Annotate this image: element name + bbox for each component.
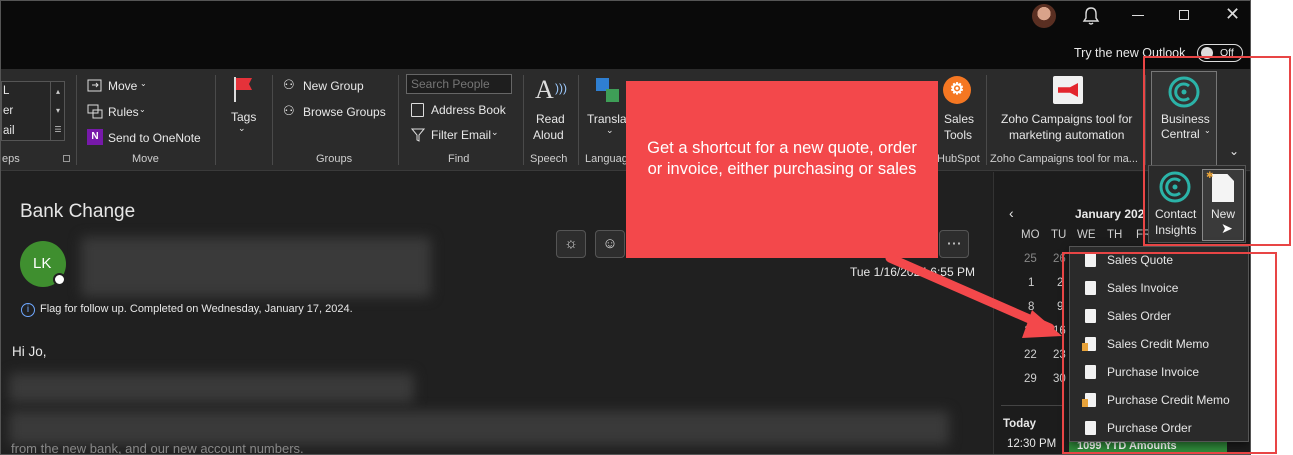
tags-label: Tags [231, 110, 257, 124]
address-book-label: Address Book [431, 103, 506, 117]
weekday-th: TH [1107, 229, 1123, 241]
redacted-body-1 [9, 373, 414, 403]
read-aloud-button[interactable]: A ))) Read Aloud [531, 75, 567, 145]
flag-info-text: Flag for follow up. Completed on Wednesd… [40, 303, 353, 315]
separator [215, 75, 216, 165]
brightness-button[interactable]: ☼ [556, 230, 586, 258]
read-aloud-icon: A [535, 75, 554, 104]
highlight-box-menu [1062, 252, 1277, 454]
chevron-down-icon: ⌄ [491, 127, 499, 137]
separator [272, 75, 273, 165]
hubspot-group-label: HubSpot [937, 153, 980, 165]
search-people-input[interactable] [406, 74, 512, 94]
filter-icon [411, 128, 425, 142]
chevron-down-icon: ⌄ [139, 105, 146, 114]
read-aloud-label-1: Read [536, 112, 565, 126]
speech-group-label: Speech [530, 153, 568, 165]
message-greeting: Hi Jo, [12, 344, 47, 359]
weekday-mo: MO [1021, 229, 1040, 241]
onenote-label: Send to OneNote [108, 131, 201, 145]
calendar-day[interactable]: 29 [1024, 373, 1037, 385]
title-bar: ✕ Try the new Outlook Off [1, 1, 1250, 69]
separator [986, 75, 987, 165]
zoho-campaigns-button[interactable]: Zoho Campaigns tool for marketing automa… [998, 75, 1140, 145]
calendar-day[interactable]: 22 [1024, 349, 1037, 361]
find-group-label: Find [448, 153, 470, 165]
today-label: Today [1003, 418, 1037, 430]
translate-icon [596, 78, 620, 104]
quicksteps-group-label: eps [2, 153, 20, 165]
language-group-label: Languag [585, 153, 628, 165]
bell-icon[interactable] [1082, 6, 1100, 26]
new-group-label: New Group [303, 79, 364, 93]
gallery-scroll[interactable]: ▴ ▾ ☰ [50, 82, 65, 140]
sender-avatar[interactable]: LK [20, 241, 66, 287]
browse-groups-label: Browse Groups [303, 105, 386, 119]
sales-tools-label-2: Tools [944, 128, 973, 142]
move-icon [87, 79, 102, 92]
sales-tools-label-1: Sales [944, 112, 975, 126]
tags-button[interactable]: Tags ⌄ [226, 75, 260, 145]
calendar-divider [1001, 405, 1063, 406]
people-icon: ⚇ [283, 103, 295, 118]
weekday-we: WE [1077, 229, 1096, 241]
callout-arrow [885, 253, 1062, 338]
quickstep-item-3[interactable]: ail [3, 125, 15, 137]
move-label: Move [108, 79, 138, 93]
move-group-label: Move [132, 153, 159, 165]
separator [76, 75, 77, 165]
redacted-sender [81, 237, 431, 297]
chevron-down-icon: ⌄ [140, 79, 147, 88]
hubspot-icon: ⚙ [943, 76, 971, 104]
quickstep-item-2[interactable]: er [3, 105, 13, 117]
message-partial-line: from the new bank, and our new account n… [11, 441, 304, 455]
highlight-box-bc [1143, 56, 1291, 246]
filter-email-label: Filter Email [431, 128, 492, 142]
rules-icon [87, 104, 103, 119]
groups-group-label: Groups [316, 153, 353, 165]
zoho-label-1: Zoho Campaigns tool for [1001, 112, 1133, 126]
callout-box: Get a shortcut for a new quote, order or… [626, 81, 938, 258]
chevron-down-icon: ⌄ [238, 123, 246, 133]
avatar-initials: LK [33, 255, 52, 272]
sales-tools-button[interactable]: ⚙ Sales Tools [941, 75, 977, 145]
separator [523, 75, 524, 165]
megaphone-icon [1053, 76, 1083, 104]
people-icon: ⚇ [283, 77, 295, 92]
separator [398, 75, 399, 165]
flag-icon [234, 77, 252, 102]
chevron-down-icon: ⌄ [606, 125, 614, 135]
presence-indicator [53, 273, 66, 286]
close-icon[interactable]: ✕ [1225, 4, 1240, 25]
sound-wave-icon: ))) [555, 81, 567, 95]
quickstep-item-1[interactable]: L [3, 85, 9, 97]
info-icon: i [21, 303, 35, 317]
translate-label: Translat [587, 112, 630, 126]
translate-button[interactable]: Translat ⌄ [586, 75, 630, 145]
event-time: 12:30 PM [1007, 438, 1057, 450]
profile-avatar[interactable] [1032, 4, 1056, 28]
weekday-tu: TU [1051, 229, 1067, 241]
calendar-prev-icon[interactable]: ‹ [1009, 205, 1014, 221]
redacted-body-2 [9, 411, 949, 445]
message-subject: Bank Change [20, 201, 136, 222]
read-aloud-label-2: Aloud [533, 128, 564, 142]
quicksteps-gallery: L er ail ▴ ▾ ☰ [1, 81, 65, 141]
callout-text: Get a shortcut for a new quote, order or… [647, 139, 917, 178]
restore-icon[interactable] [1179, 10, 1189, 20]
emoji-button[interactable]: ☺ [595, 230, 625, 258]
minimize-icon[interactable] [1132, 15, 1144, 16]
zoho-group-label: Zoho Campaigns tool for ma... [990, 153, 1138, 165]
dialog-launcher-icon[interactable] [63, 155, 70, 162]
address-book-icon [411, 103, 424, 117]
calendar-month: January 202 [1075, 207, 1145, 221]
separator [578, 75, 579, 165]
zoho-label-2: marketing automation [1009, 128, 1125, 142]
onenote-icon: N [87, 129, 103, 145]
rules-label: Rules [108, 105, 139, 119]
